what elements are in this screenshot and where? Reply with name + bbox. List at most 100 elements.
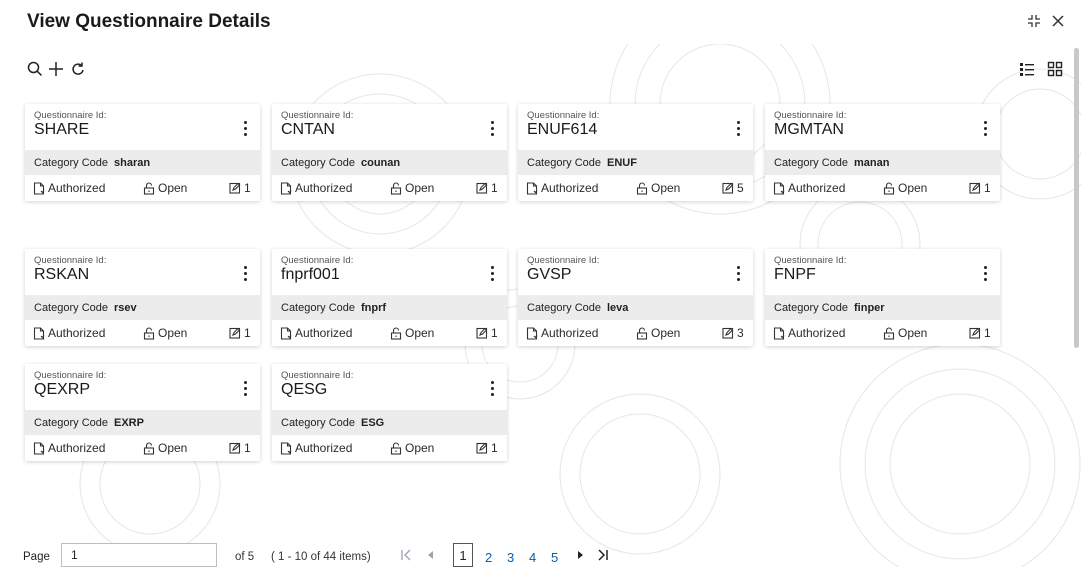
authorization-status[interactable]: Authorized [33, 441, 105, 455]
modification-count[interactable]: 3 [722, 326, 744, 340]
lock-status[interactable]: Open [636, 326, 680, 340]
category-code-value: ESG [361, 416, 385, 429]
authorization-status[interactable]: Authorized [280, 441, 352, 455]
kebab-icon[interactable] [733, 262, 743, 284]
kebab-icon[interactable] [240, 377, 250, 399]
lock-status[interactable]: Open [390, 326, 434, 340]
modification-count[interactable]: 1 [229, 326, 251, 340]
category-code-label: Category Code [281, 301, 355, 314]
questionnaire-card[interactable]: Questionnaire Id: QESG Category Code ESG… [272, 364, 507, 461]
lock-status[interactable]: Open [143, 326, 187, 340]
questionnaire-card[interactable]: Questionnaire Id: ENUF614 Category Code … [518, 104, 753, 201]
modification-count-text: 1 [491, 441, 498, 455]
modification-count-text: 5 [737, 181, 744, 195]
kebab-icon[interactable] [487, 377, 497, 399]
unlock-icon [143, 326, 155, 340]
authorization-status[interactable]: Authorized [33, 181, 105, 195]
questionnaire-card[interactable]: Questionnaire Id: SHARE Category Code sh… [25, 104, 260, 201]
questionnaire-card[interactable]: Questionnaire Id: MGMTAN Category Code m… [765, 104, 1000, 201]
page-3-link[interactable]: 3 [507, 550, 514, 565]
modification-count[interactable]: 1 [969, 326, 991, 340]
questionnaire-id-value: CNTAN [281, 121, 335, 138]
authorization-status-text: Authorized [788, 181, 846, 195]
modification-count[interactable]: 1 [476, 326, 498, 340]
edit-icon [969, 327, 981, 339]
page-4-link[interactable]: 4 [529, 550, 536, 565]
modification-count[interactable]: 1 [229, 181, 251, 195]
kebab-icon[interactable] [487, 117, 497, 139]
questionnaire-card[interactable]: Questionnaire Id: CNTAN Category Code co… [272, 104, 507, 201]
close-icon[interactable] [1047, 9, 1069, 33]
document-icon [280, 326, 292, 340]
previous-page-icon[interactable] [426, 549, 436, 564]
kebab-icon[interactable] [240, 262, 250, 284]
kebab-icon[interactable] [980, 262, 990, 284]
lock-status[interactable]: Open [883, 326, 927, 340]
modification-count[interactable]: 1 [476, 181, 498, 195]
questionnaire-id-value: GVSP [527, 266, 572, 283]
lock-status[interactable]: Open [390, 181, 434, 195]
grid-view-icon[interactable] [1044, 58, 1066, 80]
questionnaire-id-value: MGMTAN [774, 121, 844, 138]
edit-icon [229, 327, 241, 339]
lock-status[interactable]: Open [143, 441, 187, 455]
list-view-icon[interactable] [1016, 58, 1038, 80]
refresh-icon[interactable] [67, 58, 89, 80]
modification-count[interactable]: 1 [476, 441, 498, 455]
lock-status[interactable]: Open [883, 181, 927, 195]
kebab-icon[interactable] [733, 117, 743, 139]
page-2-link[interactable]: 2 [485, 550, 492, 565]
category-code-row: Category Code EXRP [25, 410, 260, 435]
modification-count[interactable]: 5 [722, 181, 744, 195]
authorization-status[interactable]: Authorized [33, 326, 105, 340]
current-page-button[interactable]: 1 [453, 543, 473, 567]
lock-status-text: Open [651, 326, 681, 340]
card-footer: Authorized Open 1 [25, 175, 260, 201]
authorization-status[interactable]: Authorized [773, 326, 845, 340]
category-code-label: Category Code [774, 301, 848, 314]
card-header: Questionnaire Id: ENUF614 [518, 104, 753, 150]
first-page-icon[interactable] [400, 548, 412, 565]
lock-status[interactable]: Open [390, 441, 434, 455]
kebab-icon[interactable] [240, 117, 250, 139]
category-code-label: Category Code [281, 416, 355, 429]
questionnaire-card[interactable]: Questionnaire Id: FNPF Category Code fin… [765, 249, 1000, 346]
modification-count[interactable]: 1 [229, 441, 251, 455]
questionnaire-card[interactable]: Questionnaire Id: RSKAN Category Code rs… [25, 249, 260, 346]
modification-count-text: 1 [244, 181, 251, 195]
authorization-status[interactable]: Authorized [773, 181, 845, 195]
card-footer: Authorized Open 1 [272, 175, 507, 201]
lock-status-text: Open [405, 441, 435, 455]
unlock-icon [636, 326, 648, 340]
next-page-icon[interactable] [575, 549, 585, 564]
add-icon[interactable] [45, 58, 67, 80]
questionnaire-card[interactable]: Questionnaire Id: fnprf001 Category Code… [272, 249, 507, 346]
authorization-status[interactable]: Authorized [526, 181, 598, 195]
category-code-value: ENUF [607, 156, 637, 169]
authorization-status[interactable]: Authorized [526, 326, 598, 340]
category-code-label: Category Code [281, 156, 355, 169]
authorization-status[interactable]: Authorized [280, 181, 352, 195]
category-code-value: finper [854, 301, 885, 314]
lock-status-text: Open [158, 326, 188, 340]
page-5-link[interactable]: 5 [551, 550, 558, 565]
document-icon [773, 181, 785, 195]
category-code-row: Category Code fnprf [272, 295, 507, 320]
card-footer: Authorized Open 1 [272, 435, 507, 461]
lock-status[interactable]: Open [636, 181, 680, 195]
authorization-status[interactable]: Authorized [280, 326, 352, 340]
questionnaire-card[interactable]: Questionnaire Id: QEXRP Category Code EX… [25, 364, 260, 461]
questionnaire-card[interactable]: Questionnaire Id: GVSP Category Code lev… [518, 249, 753, 346]
lock-status[interactable]: Open [143, 181, 187, 195]
dialog-header: View Questionnaire Details [0, 0, 1081, 44]
page-count-text: of 5 [235, 551, 255, 563]
kebab-icon[interactable] [487, 262, 497, 284]
modification-count[interactable]: 1 [969, 181, 991, 195]
page-number-input[interactable] [61, 543, 217, 567]
modification-count-text: 1 [984, 326, 991, 340]
kebab-icon[interactable] [980, 117, 990, 139]
last-page-icon[interactable] [597, 548, 609, 565]
search-icon[interactable] [24, 58, 46, 80]
minimize-icon[interactable] [1023, 9, 1045, 33]
vertical-scrollbar[interactable] [1074, 48, 1079, 348]
